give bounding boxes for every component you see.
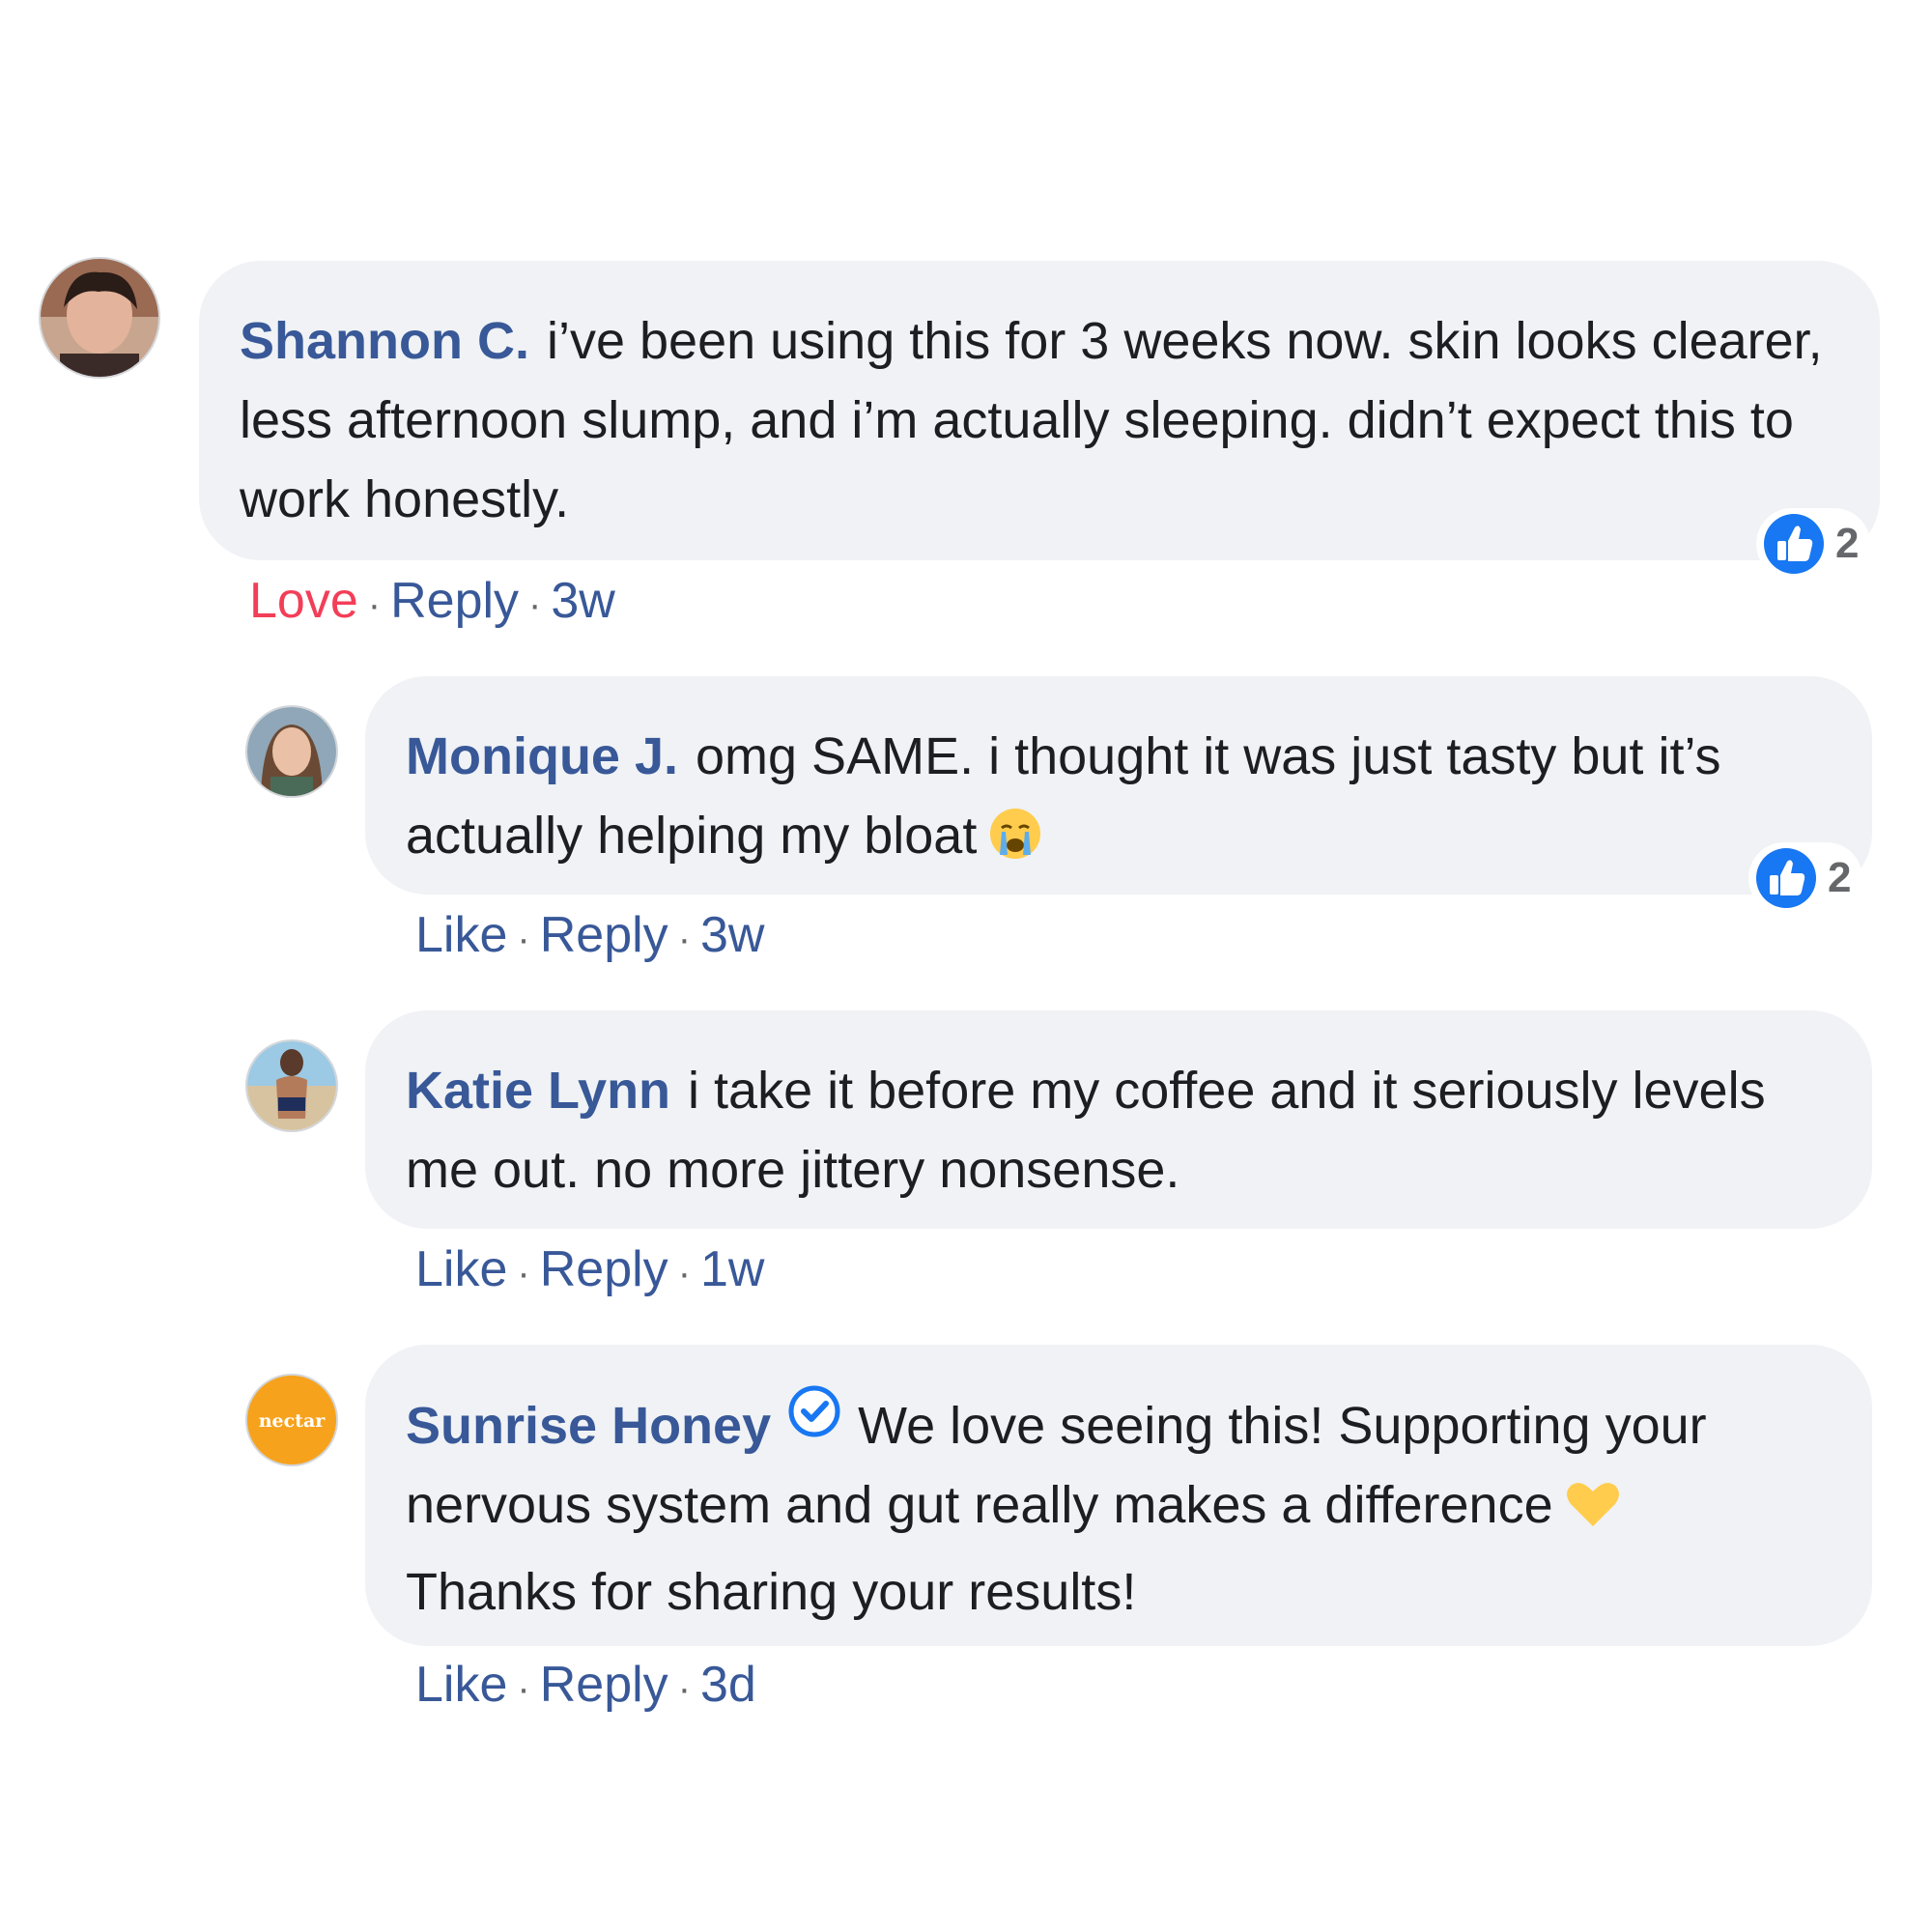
avatar-sunrise-honey[interactable]: nectar bbox=[247, 1376, 336, 1464]
comment-timestamp[interactable]: 3w bbox=[700, 907, 764, 963]
separator-dot: · bbox=[517, 918, 530, 960]
thumbs-up-icon bbox=[1752, 844, 1820, 912]
separator-dot: · bbox=[528, 583, 542, 626]
reply-button[interactable]: Reply bbox=[540, 1657, 668, 1713]
reaction-summary[interactable]: 2 bbox=[1748, 842, 1863, 914]
separator-dot: · bbox=[677, 1667, 692, 1710]
comment-author[interactable]: Katie Lynn bbox=[406, 1062, 670, 1120]
reply-button[interactable]: Reply bbox=[390, 573, 519, 629]
verified-badge-icon bbox=[788, 1385, 840, 1437]
like-button[interactable]: Like bbox=[415, 1241, 507, 1297]
like-button[interactable]: Like bbox=[415, 907, 507, 963]
avatar-katie[interactable] bbox=[247, 1041, 336, 1130]
reply-button[interactable]: Reply bbox=[540, 907, 668, 963]
comment-bubble: Sunrise Honey We love seeing this! Suppo… bbox=[365, 1345, 1872, 1646]
love-button[interactable]: Love bbox=[249, 573, 358, 629]
comment-bubble: Monique J. omg SAME. i thought it was jus… bbox=[365, 676, 1872, 895]
crying-face-emoji bbox=[988, 804, 1042, 883]
separator-dot: · bbox=[517, 1667, 530, 1710]
separator-dot: · bbox=[367, 583, 382, 626]
brand-logo-text: nectar bbox=[259, 1410, 327, 1432]
comment-text-line2: Thanks for sharing your results! bbox=[406, 1563, 1137, 1621]
reaction-summary[interactable]: 2 bbox=[1756, 508, 1871, 580]
avatar-shannon[interactable] bbox=[41, 259, 158, 377]
comment-bubble: Katie Lynn i take it before my coffee and… bbox=[365, 1010, 1872, 1229]
comment-actions: Like · Reply · 3d bbox=[415, 1656, 756, 1714]
comment-actions: Like · Reply · 1w bbox=[415, 1240, 765, 1298]
comment-actions: Love · Reply · 3w bbox=[249, 572, 615, 630]
thumbs-up-icon bbox=[1760, 510, 1828, 578]
separator-dot: · bbox=[677, 918, 692, 960]
comment-author[interactable]: Monique J. bbox=[406, 727, 678, 785]
avatar-monique[interactable] bbox=[247, 707, 336, 796]
comment-timestamp[interactable]: 3w bbox=[551, 573, 614, 629]
comment-timestamp[interactable]: 3d bbox=[700, 1657, 756, 1713]
comment-bubble: Shannon C. i’ve been using this for 3 wee… bbox=[199, 261, 1880, 560]
comment-actions: Like · Reply · 3w bbox=[415, 906, 765, 964]
comment-author[interactable]: Shannon C. bbox=[240, 312, 529, 370]
comment-timestamp[interactable]: 1w bbox=[700, 1241, 764, 1297]
reaction-count: 2 bbox=[1835, 520, 1860, 567]
separator-dot: · bbox=[677, 1252, 692, 1294]
reaction-count: 2 bbox=[1828, 854, 1852, 901]
comment-author[interactable]: Sunrise Honey bbox=[406, 1397, 771, 1455]
separator-dot: · bbox=[517, 1252, 530, 1294]
yellow-heart-emoji bbox=[1565, 1473, 1621, 1552]
reply-button[interactable]: Reply bbox=[540, 1241, 668, 1297]
like-button[interactable]: Like bbox=[415, 1657, 507, 1713]
